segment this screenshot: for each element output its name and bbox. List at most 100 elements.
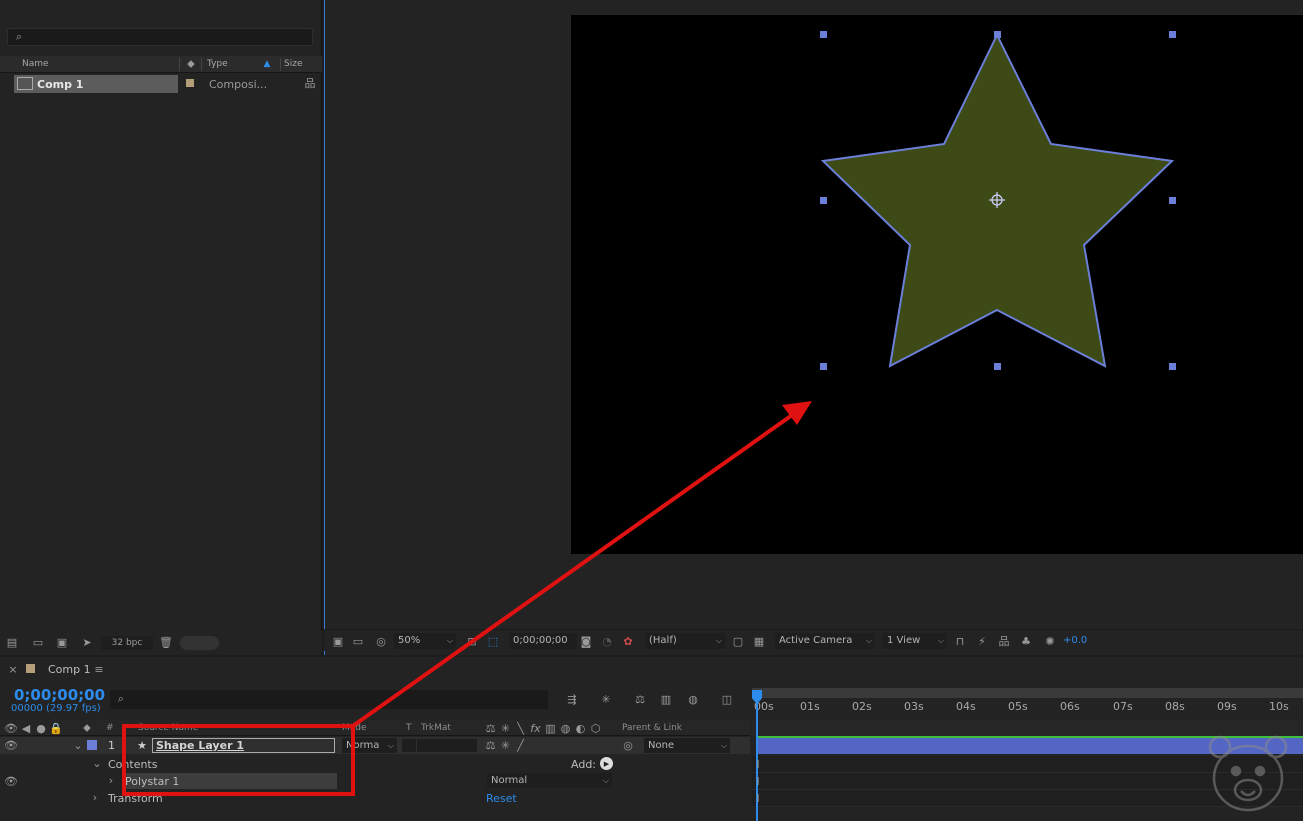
show-snapshot-icon[interactable]: ◔: [599, 633, 615, 649]
render-queue-icon[interactable]: ➤: [79, 634, 95, 650]
new-folder-icon[interactable]: ▭: [30, 634, 46, 650]
name-column-header[interactable]: Name: [22, 59, 49, 69]
work-area-bar[interactable]: [752, 688, 1303, 698]
add-play-icon[interactable]: ▶: [600, 757, 613, 770]
shy-toggle-icon[interactable]: ⚖: [484, 738, 497, 752]
hide-shy-layers-icon[interactable]: ⚖: [631, 690, 649, 708]
audio-switch-icon[interactable]: ◀: [19, 721, 33, 735]
collapse-switch-icon[interactable]: ✳: [499, 721, 512, 735]
label-tag-icon[interactable]: ⬥: [184, 57, 198, 71]
frame-blending-icon[interactable]: ▥: [657, 690, 675, 708]
zoom-dropdown[interactable]: 50% ⌵: [394, 633, 456, 649]
frame-blend-switch-icon[interactable]: ▥: [544, 721, 557, 735]
quality-toggle-icon[interactable]: ╱: [514, 738, 527, 752]
interpret-footage-icon[interactable]: ▤: [4, 634, 20, 650]
resolution-value: (Half): [649, 635, 677, 646]
layer-label-swatch[interactable]: [87, 740, 97, 750]
comp-label-swatch: [26, 664, 35, 673]
motion-blur-icon[interactable]: ◍: [684, 690, 702, 708]
motion-blur-switch-icon[interactable]: ◍: [559, 721, 572, 735]
parent-dropdown[interactable]: None ⌵: [644, 738, 730, 753]
star-shape-svg[interactable]: [571, 15, 1303, 554]
project-search-input[interactable]: ⌕: [7, 28, 313, 46]
ruler-tick-label: 04s: [956, 700, 976, 713]
video-switch-icon[interactable]: 👁: [4, 721, 18, 735]
layer-row[interactable]: 👁 ⌄ 1 ★ Shape Layer 1 Norma ⌵ ⚖ ✳ ╱ ◎ Non…: [0, 737, 750, 754]
label-color-swatch[interactable]: [186, 79, 194, 87]
fast-previews-icon[interactable]: ▢: [730, 633, 746, 649]
search-icon: ⌕: [15, 30, 23, 43]
transform-chevron-right-icon[interactable]: ›: [89, 790, 101, 804]
composition-mini-flowchart-icon[interactable]: ⇶: [563, 690, 581, 708]
parent-value: None: [648, 740, 675, 751]
view-layout-value: 1 View: [887, 635, 921, 646]
polystar-row[interactable]: 👁 › Polystar 1 Normal ⌵: [0, 773, 750, 790]
3d-layer-switch-icon[interactable]: ⬡: [589, 721, 602, 735]
pixel-aspect-icon[interactable]: ⊓: [952, 633, 968, 649]
transform-row[interactable]: › Transform Reset: [0, 790, 750, 807]
grid-guides-icon[interactable]: ⊞: [464, 633, 480, 649]
polystar-visibility-icon[interactable]: 👁: [4, 774, 18, 788]
zoom-value: 50%: [398, 635, 421, 646]
timeline-search-input[interactable]: ⌕: [110, 690, 548, 709]
effects-fx-icon[interactable]: fx: [529, 721, 542, 735]
channels-icon[interactable]: ✿: [620, 633, 636, 649]
type-column-header[interactable]: Type: [207, 59, 228, 69]
camera-value: Active Camera: [779, 635, 853, 646]
ruler-tick-label: 06s: [1060, 700, 1080, 713]
timeline-current-time[interactable]: 0;00;00;00: [14, 686, 105, 704]
always-preview-icon[interactable]: ▣: [330, 633, 346, 649]
flowchart-view-icon[interactable]: 品: [996, 633, 1012, 649]
current-time-field[interactable]: 0;00;00;00: [509, 633, 577, 649]
timeline-link-icon[interactable]: ⚡: [974, 633, 990, 649]
draft-3d-icon[interactable]: ✳: [597, 690, 615, 708]
exposure-value[interactable]: +0.0: [1063, 635, 1087, 646]
comp-tab[interactable]: Comp 1: [48, 663, 91, 676]
trkmat-box[interactable]: [402, 739, 416, 752]
close-tab-icon[interactable]: ×: [6, 662, 20, 676]
contents-row[interactable]: ⌄ Contents Add: ▶: [0, 756, 750, 773]
bit-depth-button[interactable]: 32 bpc: [101, 636, 153, 650]
layer-number-header: #: [106, 723, 114, 733]
t-header: T: [406, 723, 412, 733]
adjustment-switch-icon[interactable]: ◐: [574, 721, 587, 735]
lock-switch-icon[interactable]: 🔒: [49, 721, 63, 735]
resolution-dropdown[interactable]: (Half) ⌵: [645, 633, 725, 649]
transform-reset-link[interactable]: Reset: [486, 792, 517, 805]
sort-ascending-icon: ▲: [263, 59, 271, 69]
new-composition-icon[interactable]: ▣: [54, 634, 70, 650]
pick-whip-icon[interactable]: ◎: [621, 738, 635, 752]
video-visibility-icon[interactable]: 👁: [4, 738, 18, 752]
solo-switch-icon[interactable]: ●: [34, 721, 48, 735]
snapshot-camera-icon[interactable]: ◙: [578, 633, 594, 649]
expand-chevron-down-icon[interactable]: ⌄: [72, 738, 84, 752]
trkmat-field[interactable]: [417, 739, 477, 752]
graph-editor-icon[interactable]: ◫: [718, 690, 736, 708]
monitor-icon[interactable]: ▭: [350, 633, 366, 649]
ruler-tick-label: 09s: [1217, 700, 1237, 713]
transparency-grid-icon[interactable]: ▦: [751, 633, 767, 649]
flowchart-icon[interactable]: 品: [303, 76, 317, 90]
camera-dropdown[interactable]: Active Camera ⌵: [775, 633, 875, 649]
composition-flowchart-icon[interactable]: ♣: [1018, 633, 1034, 649]
ruler-tick-label: 01s: [800, 700, 820, 713]
contents-chevron-down-icon[interactable]: ⌄: [91, 756, 103, 770]
mask-visibility-icon[interactable]: ◎: [372, 633, 390, 649]
project-item-row[interactable]: Comp 1 Composi... 品: [0, 75, 322, 93]
size-column-header[interactable]: Size: [284, 59, 302, 69]
view-layout-dropdown[interactable]: 1 View ⌵: [883, 633, 947, 649]
thumbnail-slider[interactable]: [180, 636, 219, 650]
polystar-blend-value: Normal: [491, 775, 528, 786]
shy-switch-icon[interactable]: ⚖: [484, 721, 497, 735]
polystar-blend-dropdown[interactable]: Normal ⌵: [487, 773, 612, 788]
reset-exposure-icon[interactable]: ✺: [1042, 633, 1058, 649]
trash-icon[interactable]: 🗑: [158, 634, 174, 650]
quality-switch-icon[interactable]: ╲: [514, 721, 527, 735]
polystar-chevron-right-icon[interactable]: ›: [105, 773, 117, 787]
keyframe-marker-icon: I: [756, 791, 760, 805]
panel-menu-icon[interactable]: ≡: [92, 662, 106, 676]
collapse-toggle-icon[interactable]: ✳: [499, 738, 512, 752]
label-tag-icon[interactable]: ⬥: [80, 721, 94, 735]
region-of-interest-icon[interactable]: ⬚: [485, 633, 501, 649]
keyframe-marker-icon: I: [756, 774, 760, 788]
